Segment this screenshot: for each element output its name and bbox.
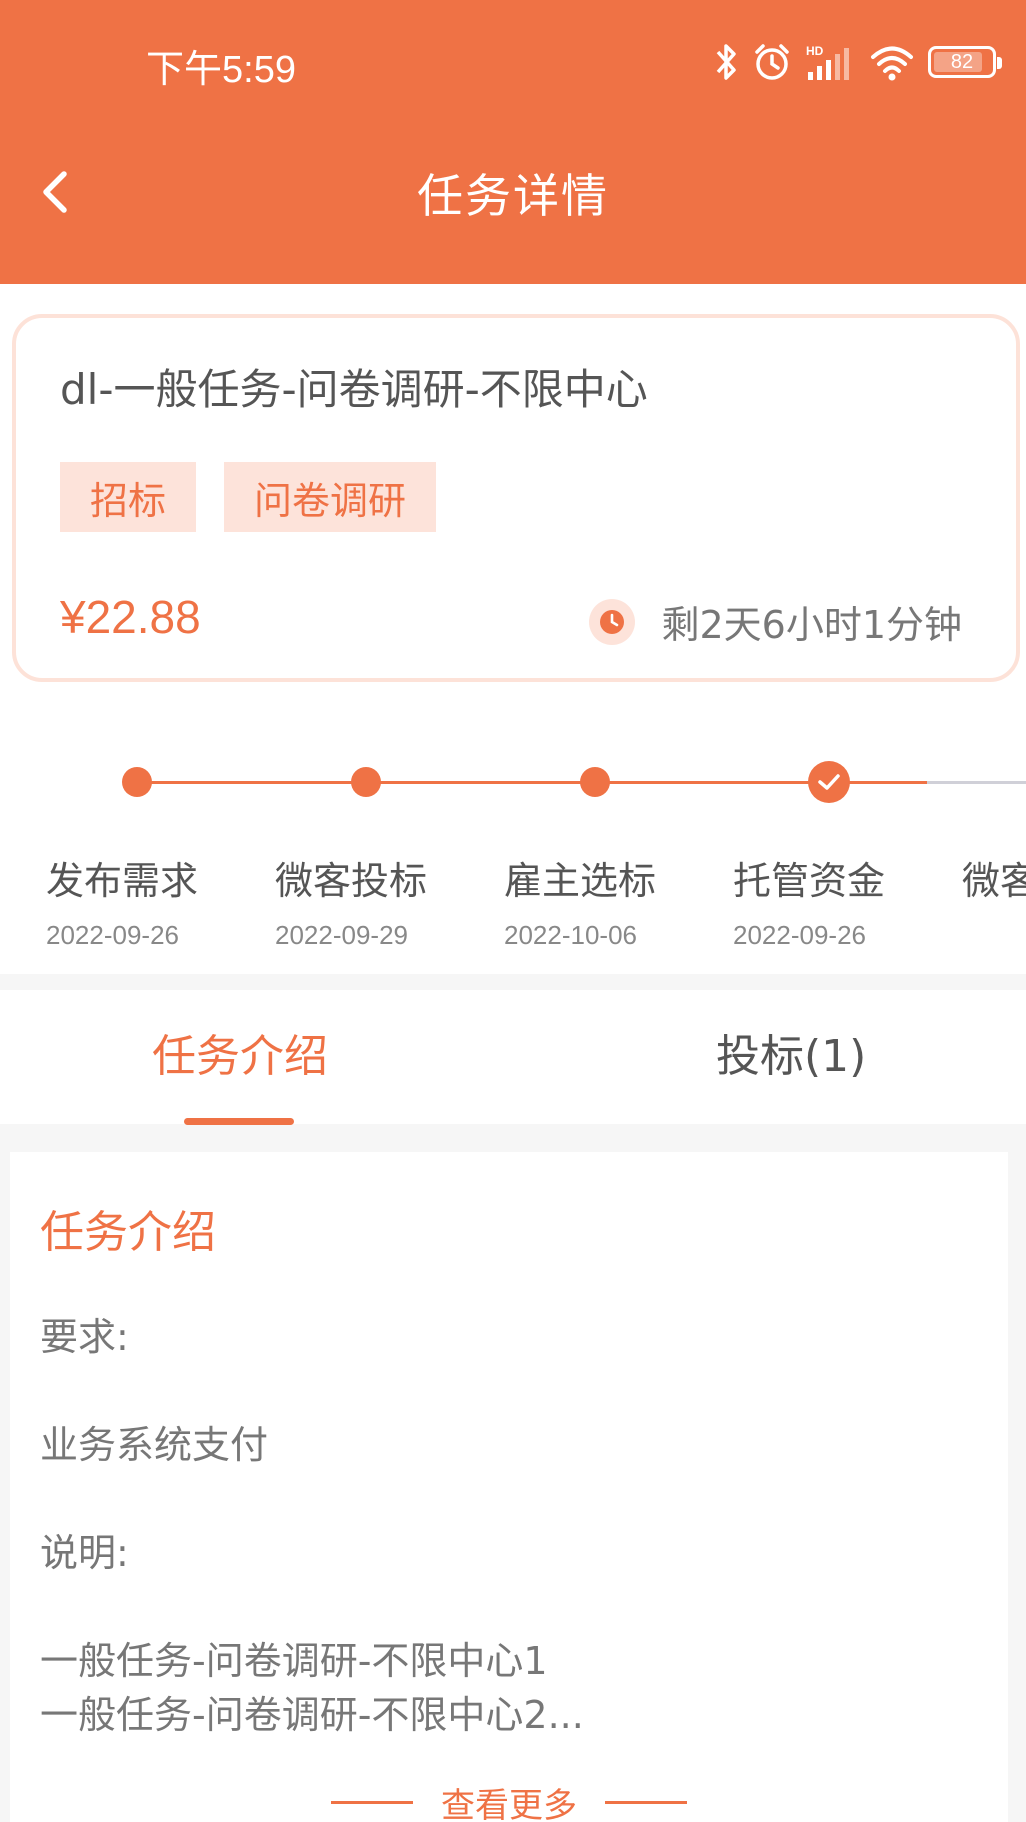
- status-icons: HD 82: [714, 40, 1002, 84]
- divider-left: [331, 1801, 413, 1804]
- view-more-button[interactable]: 查看更多: [10, 1778, 1008, 1822]
- tab-task-intro[interactable]: 任务介绍: [152, 1020, 328, 1084]
- tab-active-indicator: [184, 1118, 294, 1125]
- divider-right: [605, 1801, 687, 1804]
- view-more-label: 查看更多: [441, 1786, 577, 1822]
- alarm-icon: [755, 44, 789, 80]
- step-label-2: 微客投标: [275, 859, 428, 903]
- step-date-2: 2022-09-29: [275, 920, 408, 950]
- step-label-3: 雇主选标: [504, 859, 657, 903]
- tab-bar: 任务介绍 投标(1): [0, 990, 1026, 1125]
- step-label-1: 发布需求: [46, 859, 199, 903]
- step-dot-3: [580, 767, 610, 797]
- svg-text:HD: HD: [806, 44, 824, 58]
- intro-requirement-label: 要求:: [40, 1315, 129, 1359]
- battery-icon: 82: [928, 46, 1002, 78]
- step-check-icon: [808, 761, 850, 803]
- tab-bids[interactable]: 投标(1): [716, 1020, 866, 1084]
- step-date-3: 2022-10-06: [504, 920, 637, 950]
- app-header: 下午5:59 HD 82 任务详情: [0, 0, 1026, 284]
- page-title: 任务详情: [417, 169, 609, 223]
- step-dot-2: [351, 767, 381, 797]
- step-dot-1: [122, 767, 152, 797]
- nav-bar: 任务详情: [0, 140, 1026, 240]
- status-bar: 下午5:59 HD 82: [0, 0, 1026, 124]
- progress-track: 发布需求 微客投标 雇主选标 托管资金 微客 2022-09-26 2022-0…: [0, 724, 1026, 974]
- progress-line-pending: [927, 781, 1026, 784]
- battery-level: 82: [950, 50, 974, 73]
- intro-description-label: 说明:: [40, 1531, 129, 1575]
- step-label-5: 微客: [962, 859, 1026, 903]
- step-date-1: 2022-09-26: [46, 920, 179, 950]
- intro-heading: 任务介绍: [40, 1207, 216, 1258]
- intro-description-line-2: 一般任务-问卷调研-不限中心2...: [40, 1693, 584, 1737]
- status-time: 下午5:59: [146, 49, 296, 91]
- intro-panel: 任务介绍 要求: 业务系统支付 说明: 一般任务-问卷调研-不限中心1 一般任务…: [10, 1152, 1008, 1822]
- wifi-icon: [871, 46, 913, 81]
- step-label-4: 托管资金: [733, 859, 886, 903]
- intro-description-line-1: 一般任务-问卷调研-不限中心1: [40, 1639, 548, 1683]
- hd-signal-icon: HD: [806, 44, 849, 80]
- step-date-4: 2022-09-26: [733, 920, 866, 950]
- bluetooth-icon: [716, 44, 736, 80]
- intro-requirement-text: 业务系统支付: [40, 1423, 269, 1467]
